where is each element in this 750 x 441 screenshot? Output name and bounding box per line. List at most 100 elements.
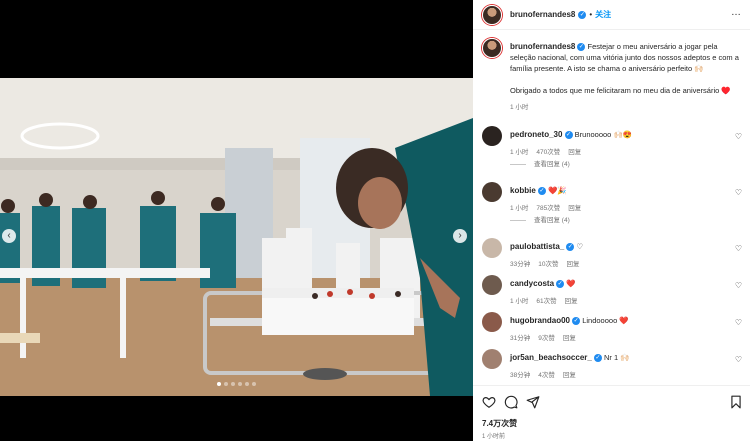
prev-photo-button[interactable]: ‹ (2, 229, 16, 243)
comment-avatar[interactable] (482, 126, 502, 146)
comment-text: Lindooooo ❤️ (582, 316, 629, 325)
view-replies-link[interactable]: 查看回复 (4) (510, 214, 570, 224)
caption-avatar[interactable] (482, 38, 502, 58)
post-header: brunofernandes8 ✓ • 关注 … (473, 0, 750, 30)
comment-heart-icon[interactable]: ♡ (735, 244, 742, 253)
comment-meta: 33分钟 10次赞 回复 (510, 258, 587, 268)
post-photo[interactable]: ‹ › (0, 78, 473, 396)
photo-illustration (0, 78, 473, 396)
caption-body: brunofernandes8 ✓ Festejar o meu anivers… (510, 41, 742, 113)
comment-username[interactable]: candycosta (510, 279, 554, 288)
chevron-right-icon: › (458, 230, 462, 241)
comment-line: pedroneto_30 ✓ Brunooooo 🙌🏻😍 (510, 130, 633, 140)
comment-meta: 38分钟 4次赞 回复 (510, 369, 584, 379)
comment-text: Brunooooo 🙌🏻😍 (574, 130, 633, 139)
carousel-indicator (0, 382, 473, 386)
comment-time: 1 小时 (510, 298, 529, 305)
comments-scroll-area[interactable]: brunofernandes8 ✓ Festejar o meu anivers… (473, 30, 750, 385)
caption-username[interactable]: brunofernandes8 (510, 42, 575, 51)
verified-badge-icon: ✓ (572, 317, 581, 326)
comment-heart-icon[interactable]: ♡ (735, 132, 742, 141)
comment-time: 38分钟 (510, 372, 531, 379)
reply-button[interactable]: 回复 (563, 335, 576, 342)
comment-likes[interactable]: 9次赞 (538, 335, 555, 342)
comment-item: paulobattista_ ✓ ♡ 33分钟 10次赞 回复 ♡ (482, 238, 744, 278)
comment-meta: 1 小时 785次赞 回复 (510, 202, 589, 212)
comment-avatar[interactable] (482, 182, 502, 202)
share-icon[interactable] (526, 395, 540, 409)
comment-avatar[interactable] (482, 349, 502, 369)
more-icon: … (731, 7, 742, 18)
post-panel: brunofernandes8 ✓ • 关注 … brunofernandes8… (473, 0, 750, 441)
comment-likes[interactable]: 61次赞 (536, 298, 556, 305)
author-avatar[interactable] (482, 4, 502, 25)
comment-meta: 31分钟 9次赞 回复 (510, 332, 584, 342)
comment-avatar[interactable] (482, 312, 502, 332)
comment-text: ❤️🎉 (547, 186, 567, 195)
verified-badge-icon: ✓ (537, 187, 546, 196)
comment-username[interactable]: paulobattista_ (510, 242, 564, 251)
comment-time: 1 小时 (510, 149, 529, 156)
comment-username[interactable]: jor5an_beachsoccer_ (510, 353, 592, 362)
carousel-dot[interactable] (224, 382, 228, 386)
comment-text: ❤️ (566, 279, 576, 288)
comment-item: jor5an_beachsoccer_ ✓ Nr 1 🙌🏻 38分钟 4次赞 回复 ♡ (482, 349, 744, 385)
comment-heart-icon[interactable]: ♡ (735, 318, 742, 327)
comment-heart-icon[interactable]: ♡ (735, 188, 742, 197)
carousel-dot[interactable] (252, 382, 256, 386)
comment-item: hugobrandao00 ✓ Lindooooo ❤️ 31分钟 9次赞 回复 ♡ (482, 312, 744, 352)
follow-button[interactable]: 关注 (595, 9, 611, 20)
reply-button[interactable]: 回复 (565, 298, 578, 305)
more-options-button[interactable]: … (731, 7, 742, 18)
carousel-dot[interactable] (245, 382, 249, 386)
likes-count[interactable]: 7.4万次赞 (482, 418, 517, 429)
comment-likes[interactable]: 785次赞 (536, 205, 560, 212)
carousel-dot[interactable] (217, 382, 221, 386)
comment-line: candycosta ✓ ❤️ (510, 279, 576, 289)
comment-meta: 1 小时 470次赞 回复 (510, 146, 589, 156)
comment-heart-icon[interactable]: ♡ (735, 281, 742, 290)
reply-button[interactable]: 回复 (566, 261, 579, 268)
chevron-left-icon: ‹ (7, 230, 11, 241)
comment-line: paulobattista_ ✓ ♡ (510, 242, 584, 252)
verified-badge-icon: ✓ (578, 10, 587, 19)
comment-time: 33分钟 (510, 261, 531, 268)
reply-button[interactable]: 回复 (568, 149, 581, 156)
comment-line: kobbie ✓ ❤️🎉 (510, 186, 567, 196)
view-replies-link[interactable]: 查看回复 (4) (510, 158, 570, 168)
verified-badge-icon: ✓ (577, 43, 586, 52)
next-photo-button[interactable]: › (453, 229, 467, 243)
comment-likes[interactable]: 470次赞 (536, 149, 560, 156)
post-date: 1 小时前 (482, 434, 506, 440)
comment-line: hugobrandao00 ✓ Lindooooo ❤️ (510, 316, 629, 326)
heart-icon[interactable] (482, 395, 496, 409)
verified-badge-icon: ✓ (556, 280, 565, 289)
comment-username[interactable]: hugobrandao00 (510, 316, 570, 325)
caption-text-2: Obrigado a todos que me felicitaram no m… (510, 86, 731, 95)
comment-likes[interactable]: 4次赞 (538, 372, 555, 379)
comment-text: Nr 1 🙌🏻 (604, 353, 630, 362)
comment-time: 1 小时 (510, 205, 529, 212)
verified-badge-icon: ✓ (566, 243, 575, 252)
comment-username[interactable]: pedroneto_30 (510, 130, 562, 139)
comment-avatar[interactable] (482, 275, 502, 295)
verified-badge-icon: ✓ (564, 131, 573, 140)
author-username[interactable]: brunofernandes8 (510, 10, 575, 19)
reply-button[interactable]: 回复 (563, 372, 576, 379)
caption-time: 1 小时 (510, 104, 529, 111)
comment-heart-icon[interactable]: ♡ (735, 355, 742, 364)
carousel-dot[interactable] (231, 382, 235, 386)
carousel-dot[interactable] (238, 382, 242, 386)
comment-meta: 1 小时 61次赞 回复 (510, 295, 586, 305)
comment-text: ♡ (576, 242, 584, 251)
comment-icon[interactable] (504, 395, 518, 409)
comment-avatar[interactable] (482, 238, 502, 258)
verified-badge-icon: ✓ (593, 354, 602, 363)
separator: • (589, 10, 593, 19)
comment-time: 31分钟 (510, 335, 531, 342)
comment-username[interactable]: kobbie (510, 186, 536, 195)
action-bar: 7.4万次赞 1 小时前 (473, 385, 750, 441)
bookmark-icon[interactable] (729, 395, 743, 409)
comment-likes[interactable]: 10次赞 (538, 261, 558, 268)
reply-button[interactable]: 回复 (568, 205, 581, 212)
